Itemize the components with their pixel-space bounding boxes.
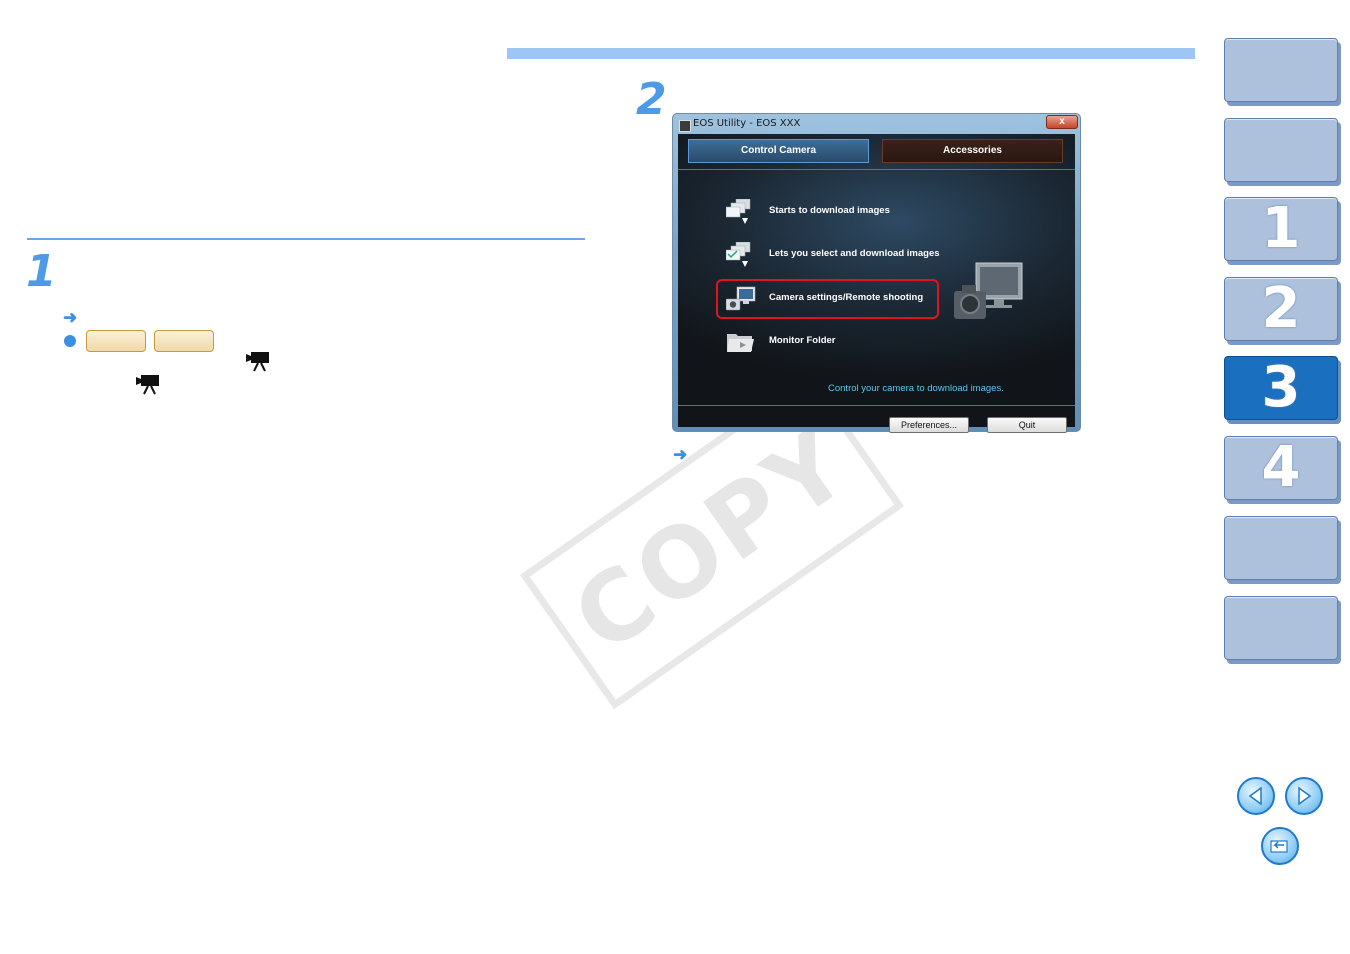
preferences-button[interactable]: Preferences... [889, 417, 969, 433]
next-page-button[interactable] [1285, 777, 1323, 815]
divider [678, 405, 1075, 406]
arrow-left-icon [1248, 786, 1262, 806]
menu-item-monitor-folder[interactable]: Monitor Folder [726, 327, 1026, 357]
eos-utility-window: EOS Utility - EOS XXX x Control Camera A… [672, 113, 1081, 433]
quit-button[interactable]: Quit [987, 417, 1067, 433]
section-divider [27, 238, 585, 240]
nav-tab-contents[interactable] [1224, 38, 1338, 102]
menu-item-download[interactable]: Starts to download images [726, 197, 1026, 227]
arrow-right-icon [1298, 786, 1312, 806]
movie-mode-icon [246, 352, 269, 372]
camera-button-key [86, 330, 146, 352]
nav-tab-intro[interactable] [1224, 118, 1338, 182]
nav-tab-reference[interactable] [1224, 516, 1338, 580]
menu-label: Starts to download images [769, 205, 890, 216]
app-icon [679, 120, 691, 132]
step-2-number: 2 [636, 74, 667, 125]
window-body: Control Camera Accessories Starts to dow… [678, 134, 1075, 433]
monitor-folder-icon [727, 334, 754, 352]
highlight-box [716, 279, 939, 319]
previous-page-button[interactable] [1237, 777, 1275, 815]
divider [678, 169, 1075, 170]
select-download-icon [726, 242, 751, 267]
nav-tab-chapter-4[interactable]: 4 [1224, 436, 1338, 500]
step-1-number: 1 [26, 246, 57, 297]
download-images-icon [726, 199, 751, 224]
camera-button-key [154, 330, 214, 352]
tab-control-camera[interactable]: Control Camera [688, 139, 869, 163]
tab-accessories[interactable]: Accessories [882, 139, 1063, 163]
nav-tab-chapter-1[interactable]: 1 [1224, 197, 1338, 261]
nav-tab-index[interactable] [1224, 596, 1338, 660]
hint-text: Control your camera to download images. [828, 383, 1004, 394]
window-title: EOS Utility - EOS XXX [693, 118, 801, 129]
section-header-bar [507, 48, 1195, 59]
nav-tab-chapter-2[interactable]: 2 [1224, 277, 1338, 341]
menu-label: Lets you select and download images [769, 248, 940, 259]
nav-tab-chapter-3[interactable]: 3 [1224, 356, 1338, 420]
return-icon [1270, 840, 1288, 853]
back-button[interactable] [1261, 827, 1299, 865]
menu-label: Monitor Folder [769, 335, 836, 346]
bullet-icon [64, 335, 76, 347]
result-arrow-icon: ➜ [63, 308, 78, 327]
movie-mode-icon [136, 375, 159, 395]
close-icon[interactable]: x [1046, 115, 1078, 129]
camera-monitor-illustration [954, 262, 1023, 319]
